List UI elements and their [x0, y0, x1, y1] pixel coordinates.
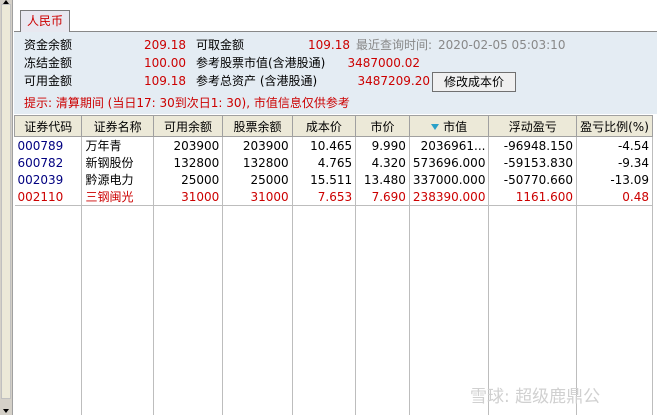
col-value-header[interactable]: 市值	[408, 115, 490, 137]
keyong-value: 109.18	[144, 74, 186, 88]
cell-pnl: -50770.660	[488, 171, 578, 188]
cell-code: 600782	[14, 154, 83, 171]
col-ratio[interactable]: 盈亏比例(%)	[576, 115, 653, 137]
table-row[interactable]: 000789 万年青 203900 203900 10.465 9.990 20…	[14, 136, 653, 154]
table-header: 证券代码 证券名称 可用余额 股票余额 成本价 市价 市值 浮动盈亏 盈亏比例(…	[13, 115, 653, 137]
cell-ratio: -4.54	[576, 136, 653, 154]
cell-ratio: -13.09	[576, 171, 653, 188]
keqv-label: 可取金额	[196, 38, 245, 52]
cell-price: 13.480	[355, 171, 410, 188]
cell-avail: 31000	[153, 188, 224, 206]
table-row[interactable]: 002039 黔源电力 25000 25000 15.511 13.480 33…	[14, 171, 653, 188]
zongzichan-label: 参考总资产 (含港股通)	[196, 74, 318, 88]
col-balance[interactable]: 股票余额	[222, 115, 293, 137]
left-scrollbar[interactable]	[0, 0, 13, 415]
edit-cost-button[interactable]: 修改成本价	[432, 72, 516, 92]
cell-cost: 10.465	[292, 136, 357, 154]
col-cost[interactable]: 成本价	[291, 115, 357, 137]
cell-avail: 25000	[153, 171, 224, 188]
query-time-label: 最近查询时间:	[356, 38, 433, 52]
tab-rmb[interactable]: 人民币	[20, 10, 70, 32]
cell-avail: 132800	[153, 154, 224, 171]
summary-row-3: 可用金额 109.18 参考总资产 (含港股通) 3487209.20	[24, 72, 444, 90]
cell-value: 573696.000	[409, 154, 490, 171]
cell-code: 000789	[14, 136, 83, 154]
cell-ratio: 0.48	[576, 188, 653, 206]
cell-name: 三钢闽光	[81, 188, 154, 206]
table-row[interactable]: 002110 三钢闽光 31000 31000 7.653 7.690 2383…	[14, 188, 653, 206]
keqv-value: 109.18	[308, 38, 350, 52]
tab-bar: 人民币	[14, 0, 657, 32]
cell-name: 万年青	[81, 136, 154, 154]
cell-code: 002110	[14, 188, 83, 206]
summary-row-2: 冻结金额 100.00 参考股票市值(含港股通) 3487000.02	[24, 54, 584, 72]
settlement-tip: 提示: 清算期间 (当日17: 30到次日1: 30), 市值信息仅供参考	[24, 96, 350, 110]
cell-balance: 203900	[222, 136, 293, 154]
cell-balance: 132800	[222, 154, 293, 171]
col-avail[interactable]: 可用余额	[152, 115, 224, 137]
col-code[interactable]: 证券代码	[13, 115, 83, 137]
shizhi-label: 参考股票市值(含港股通)	[196, 56, 326, 70]
cell-code: 002039	[14, 171, 83, 188]
scroll-down-icon[interactable]	[3, 409, 9, 413]
cell-cost: 4.765	[292, 154, 357, 171]
cell-cost: 7.653	[292, 188, 357, 206]
sort-desc-icon	[431, 124, 440, 130]
col-value: 市值	[443, 119, 468, 134]
keyong-label: 可用金额	[24, 74, 73, 88]
cell-ratio: -9.34	[576, 154, 653, 171]
cell-pnl: -59153.830	[488, 154, 578, 171]
col-name[interactable]: 证券名称	[81, 115, 154, 137]
cell-price: 4.320	[355, 154, 410, 171]
cell-name: 黔源电力	[81, 171, 154, 188]
table-row[interactable]: 600782 新钢股份 132800 132800 4.765 4.320 57…	[14, 154, 653, 171]
shizhi-value: 3487000.02	[347, 56, 420, 70]
cell-value: 337000.000	[409, 171, 490, 188]
zijin-value: 209.18	[144, 38, 186, 52]
scroll-thumb[interactable]	[1, 4, 11, 399]
cell-pnl: -96948.150	[488, 136, 578, 154]
cell-balance: 31000	[222, 188, 293, 206]
account-summary: 资金余额 209.18 可取金额 109.18 最近查询时间: 2020-02-…	[14, 32, 657, 114]
zijin-label: 资金余额	[24, 38, 73, 52]
cell-price: 9.990	[355, 136, 410, 154]
dongjie-value: 100.00	[144, 56, 186, 70]
dongjie-label: 冻结金额	[24, 56, 73, 70]
cell-value: 2036961...	[409, 136, 490, 154]
cell-pnl: 1161.600	[488, 188, 578, 206]
cell-balance: 25000	[222, 171, 293, 188]
watermark: 雪球: 超级鹿鼎公	[470, 387, 601, 407]
positions-table: 证券代码 证券名称 可用余额 股票余额 成本价 市价 市值 浮动盈亏 盈亏比例(…	[13, 115, 653, 415]
cell-cost: 15.511	[292, 171, 357, 188]
summary-row-1: 资金余额 209.18 可取金额 109.18 最近查询时间: 2020-02-…	[24, 36, 584, 54]
col-price[interactable]: 市价	[355, 115, 410, 137]
cell-price: 7.690	[355, 188, 410, 206]
cell-name: 新钢股份	[81, 154, 154, 171]
zongzichan-value: 3487209.20	[357, 74, 430, 88]
query-time-value: 2020-02-05 05:03:10	[438, 38, 566, 52]
cell-avail: 203900	[153, 136, 224, 154]
col-pnl[interactable]: 浮动盈亏	[488, 115, 578, 137]
positions-grid: 证券代码 证券名称 可用余额 股票余额 成本价 市价 市值 浮动盈亏 盈亏比例(…	[13, 115, 653, 415]
cell-value: 238390.000	[409, 188, 490, 206]
